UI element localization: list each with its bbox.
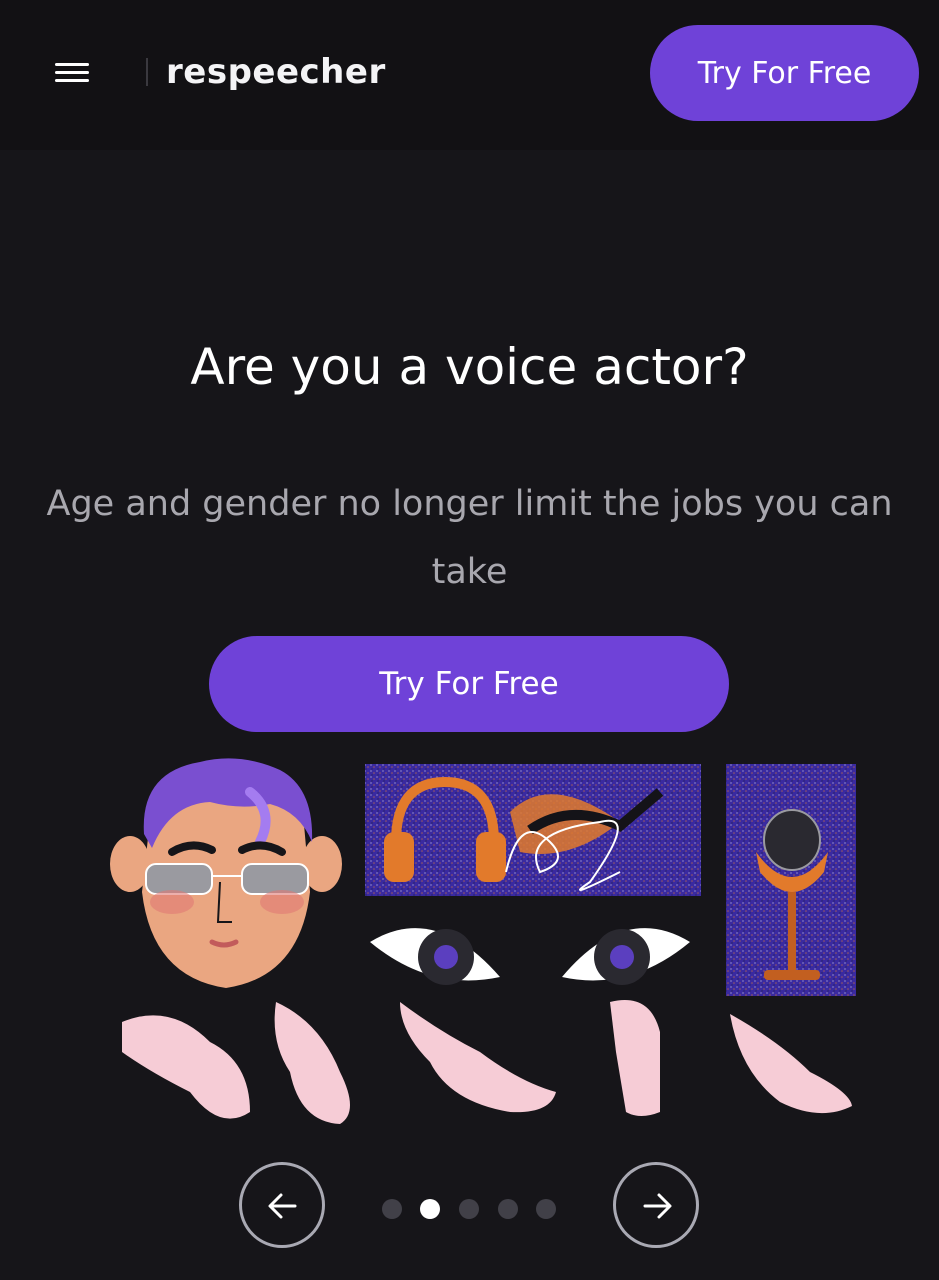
carousel-dot-active[interactable] [420,1199,440,1219]
top-navigation-bar: respeecher Try For Free [0,0,939,150]
face-illustration [110,758,342,988]
logo-divider [146,58,148,86]
hero-try-for-free-button[interactable]: Try For Free [209,636,729,732]
headphones-panel [365,764,701,896]
carousel-dot[interactable] [459,1199,479,1219]
carousel-dot[interactable] [498,1199,518,1219]
hero-title: Are you a voice actor? [190,338,749,396]
carousel-prev-button[interactable] [239,1162,325,1248]
voice-actor-illustration [110,758,856,1124]
carousel-dot[interactable] [536,1199,556,1219]
brand-logo[interactable]: respeecher [166,52,386,92]
hero-subtitle: Age and gender no longer limit the jobs … [46,484,893,592]
eyes-illustration [370,928,690,985]
hamburger-menu-icon[interactable] [52,58,94,88]
carousel-dot[interactable] [382,1199,402,1219]
hands-illustration [122,1000,852,1124]
carousel-pagination [382,1199,562,1219]
microphone-panel [726,764,856,996]
header-try-for-free-button[interactable]: Try For Free [650,25,919,121]
carousel-next-button[interactable] [613,1162,699,1248]
arrow-left-icon [268,1193,297,1219]
arrow-right-icon [643,1193,672,1219]
